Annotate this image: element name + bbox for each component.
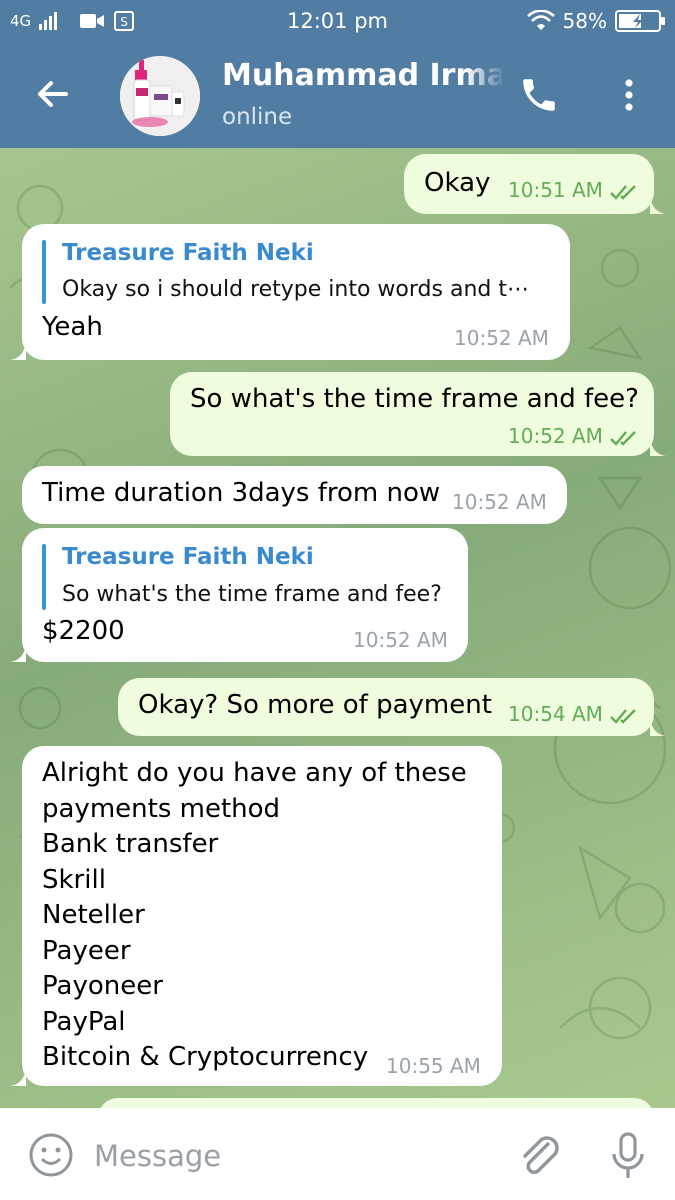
top-bar: 4G S 12:01 pm 58% Muhammad Irman online [0, 0, 675, 148]
incoming-message[interactable]: Treasure Faith Neki So what's the time f… [22, 528, 468, 662]
outgoing-message[interactable]: So what's the time frame and fee? 10:52 … [170, 372, 654, 456]
more-vert-icon[interactable] [614, 74, 644, 116]
outgoing-message[interactable]: Okay? So more of payment 10:54 AM [118, 678, 654, 736]
contact-avatar[interactable] [120, 56, 200, 136]
outgoing-message[interactable]: Okay 10:51 AM [404, 154, 654, 214]
message-time: 10:52 AM [508, 424, 639, 448]
back-arrow-icon[interactable] [30, 72, 74, 116]
outgoing-message-partial[interactable] [98, 1098, 654, 1108]
reply-author[interactable]: Treasure Faith Neki [62, 240, 314, 266]
chat-area[interactable]: Okay 10:51 AM Treasure Faith Neki Okay s… [0, 148, 675, 1108]
incoming-message[interactable]: Treasure Faith Neki Okay so i should ret… [22, 224, 570, 360]
message-time: 10:52 AM [452, 490, 547, 514]
message-composer [0, 1108, 675, 1200]
incoming-message[interactable]: Alright do you have any of these payment… [22, 746, 502, 1086]
double-check-icon [610, 184, 636, 200]
double-check-icon [610, 430, 636, 446]
message-input[interactable] [94, 1136, 494, 1176]
message-text: Alright do you have any of these payment… [42, 758, 467, 1072]
reply-snippet[interactable]: So what's the time frame and fee? [62, 582, 442, 607]
reply-quote-bar [42, 544, 46, 610]
double-check-icon [610, 708, 636, 724]
reply-author[interactable]: Treasure Faith Neki [62, 544, 314, 570]
message-text: So what's the time frame and fee? [190, 384, 639, 414]
message-time: 10:54 AM [508, 702, 639, 726]
message-text: Yeah [42, 312, 103, 342]
message-text: Okay [424, 168, 491, 198]
reply-snippet[interactable]: Okay so i should retype into words and t… [62, 277, 529, 302]
emoji-icon[interactable] [28, 1132, 74, 1178]
battery-percent: 58% [562, 9, 607, 33]
message-text: Okay? So more of payment [138, 690, 492, 720]
message-time: 10:55 AM [386, 1054, 481, 1078]
message-text: $2200 [42, 616, 125, 646]
message-time: 10:51 AM [508, 178, 639, 202]
message-time: 10:52 AM [454, 326, 549, 350]
wifi-icon [526, 10, 555, 30]
phone-icon[interactable] [518, 74, 560, 116]
message-time: 10:52 AM [353, 628, 448, 652]
message-text: Time duration 3days from now [42, 478, 441, 508]
incoming-message[interactable]: Time duration 3days from now 10:52 AM [22, 466, 567, 524]
chat-status: online [222, 104, 293, 130]
mic-icon[interactable] [608, 1130, 648, 1182]
attach-icon[interactable] [514, 1130, 564, 1180]
status-bar: 4G S 12:01 pm 58% [0, 0, 675, 44]
chat-header: Muhammad Irman online [0, 44, 675, 148]
battery-icon [615, 10, 665, 32]
chat-title[interactable]: Muhammad Irman [222, 58, 502, 93]
reply-quote-bar [42, 240, 46, 304]
